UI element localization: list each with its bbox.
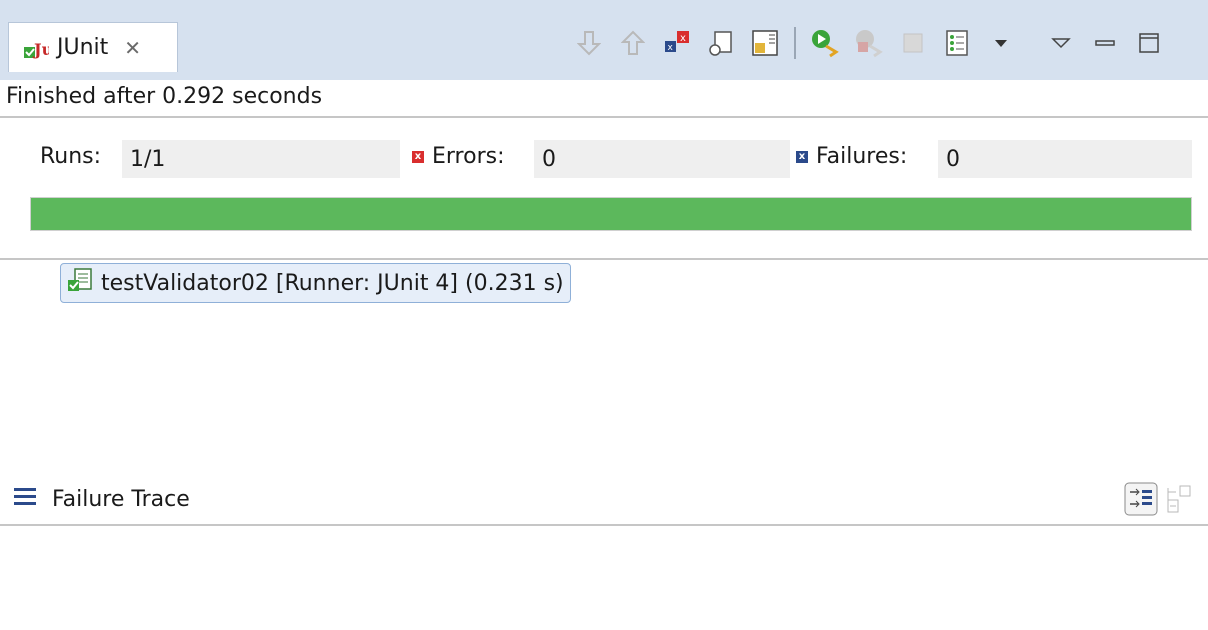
- failures-counter: x Failures:: [796, 144, 907, 169]
- previous-failure-icon[interactable]: [616, 26, 650, 60]
- view-menu-icon[interactable]: [1044, 26, 1078, 60]
- errors-counter: x Errors:: [412, 144, 505, 169]
- rerun-failed-first-icon[interactable]: [852, 26, 886, 60]
- show-failures-only-icon[interactable]: xx: [660, 26, 694, 60]
- view-toolbar: xx: [572, 24, 1188, 62]
- toolbar-separator: [794, 27, 796, 59]
- sash-divider[interactable]: [0, 258, 1208, 260]
- junit-icon: Ju: [23, 35, 54, 61]
- stack-trace-icon: [12, 486, 38, 512]
- maximize-icon[interactable]: [1132, 26, 1166, 60]
- rerun-test-icon[interactable]: [808, 26, 842, 60]
- svg-text:Ju: Ju: [32, 40, 49, 59]
- layout-icon[interactable]: [748, 26, 782, 60]
- svg-text:x: x: [680, 33, 686, 44]
- failures-value-text: 0: [946, 146, 960, 172]
- error-icon: x: [412, 150, 424, 163]
- test-suite-success-icon: [67, 267, 93, 299]
- tab-title: JUnit: [57, 35, 109, 60]
- errors-value-text: 0: [542, 146, 556, 172]
- minimize-icon[interactable]: [1088, 26, 1122, 60]
- compare-results-icon[interactable]: [1166, 484, 1194, 518]
- failure-trace-label: Failure Trace: [52, 486, 190, 512]
- stop-icon[interactable]: [896, 26, 930, 60]
- filter-stack-trace-icon[interactable]: [1124, 482, 1158, 520]
- finished-status-text: Finished after 0.292 seconds: [6, 84, 323, 109]
- history-icon[interactable]: [940, 26, 974, 60]
- failure-icon: x: [796, 150, 808, 163]
- runs-value-text: 1/1: [130, 146, 166, 172]
- errors-value: 0: [534, 140, 790, 178]
- counters-panel: Runs: 1/1 x Errors: 0 x Failures: 0: [0, 140, 1208, 178]
- runs-value: 1/1: [122, 140, 400, 178]
- tree-item-test-suite[interactable]: testValidator02 [Runner: JUnit 4] (0.231…: [60, 263, 571, 303]
- failure-trace-title: Failure Trace: [12, 486, 190, 512]
- close-icon[interactable]: ✕: [124, 36, 141, 60]
- view-tab-bar: Ju JUnit ✕ xx: [0, 0, 1208, 80]
- runs-label: Runs:: [40, 144, 102, 169]
- history-dropdown-icon[interactable]: [984, 26, 1018, 60]
- failure-trace-divider: [0, 524, 1208, 526]
- failure-trace-toolbar: [1124, 482, 1194, 520]
- next-failure-icon[interactable]: [572, 26, 606, 60]
- errors-label: Errors:: [432, 144, 505, 169]
- svg-text:x: x: [668, 43, 674, 53]
- tree-item-label: testValidator02 [Runner: JUnit 4] (0.231…: [101, 270, 564, 296]
- failures-value: 0: [938, 140, 1192, 178]
- failure-trace-header: Failure Trace: [0, 478, 1208, 526]
- junit-tab[interactable]: Ju JUnit ✕: [8, 22, 178, 72]
- scroll-lock-icon[interactable]: [704, 26, 738, 60]
- failures-label: Failures:: [816, 144, 908, 169]
- progress-bar-fill: [31, 198, 1191, 230]
- status-area: Finished after 0.292 seconds: [0, 80, 1208, 118]
- progress-bar: [30, 197, 1192, 231]
